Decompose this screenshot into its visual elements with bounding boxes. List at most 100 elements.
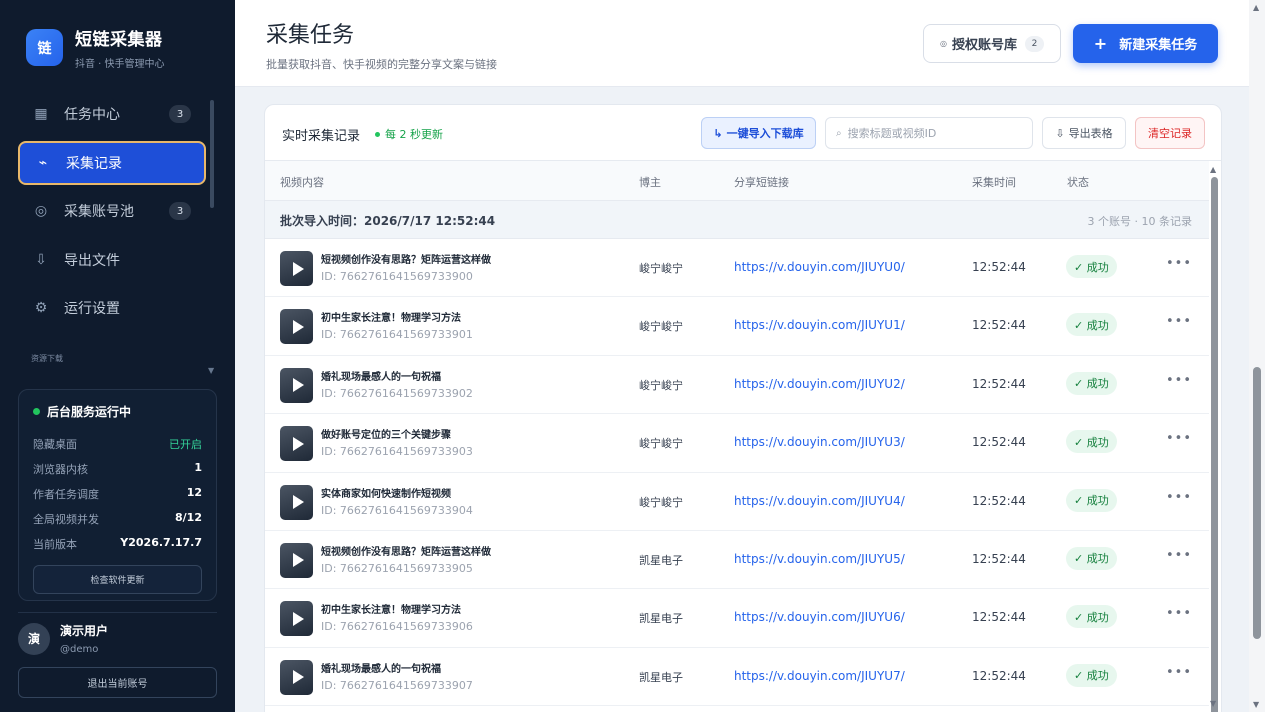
app-subtitle: 抖音 · 快手管理中心 [75,59,165,70]
video-thumbnail[interactable] [280,309,313,345]
video-id: ID: 7662761641569733903 [321,445,473,459]
scroll-down-icon[interactable]: ▼ [1253,700,1259,709]
share-link[interactable]: https://v.douyin.com/JIUYU7/ [734,669,905,683]
video-id: ID: 7662761641569733901 [321,328,473,342]
sidebar-item-2[interactable]: ◎ 采集账号池 3 [18,189,206,233]
page-scrollbar[interactable]: ▲ ▼ [1249,0,1265,712]
play-icon [292,495,304,510]
play-icon [292,436,304,451]
live-indicator: 每 2 秒更新 [375,126,443,142]
column-header-video[interactable]: 视频内容 [280,174,324,190]
more-icon[interactable]: ••• [1166,431,1192,446]
share-link[interactable]: https://v.douyin.com/JIUYU3/ [734,435,905,449]
chevron-down-icon[interactable]: ▼ [208,366,214,375]
clear-records-button[interactable]: 清空记录 [1135,117,1205,149]
share-link[interactable]: https://v.douyin.com/JIUYU6/ [734,610,905,624]
live-label: 每 2 秒更新 [385,128,443,141]
video-id: ID: 7662761641569733906 [321,620,473,634]
collect-time: 12:52:44 [972,435,1026,450]
search-input[interactable]: ⌕ 搜索标题或视频ID [825,117,1033,149]
video-title: 婚礼现场最感人的一句祝福 [321,663,441,675]
target-icon: ◎ [940,39,947,48]
more-icon[interactable]: ••• [1166,373,1192,388]
export-table-button[interactable]: ⇩ 导出表格 [1042,117,1126,149]
scroll-up-icon[interactable]: ▲ [1253,3,1259,12]
author: 峻宁峻宁 [639,437,683,451]
collect-time: 12:52:44 [972,318,1026,333]
export-label: 导出表格 [1068,127,1113,140]
records-title: 实时采集记录 [282,129,361,144]
import-to-library-button[interactable]: ↳ 一键导入下载库 [701,117,816,149]
video-thumbnail[interactable] [280,367,313,403]
authorized-accounts-button[interactable]: ◎ 授权账号库 2 [923,24,1061,63]
sidebar-item-1[interactable]: ⌁ 采集记录 [18,140,206,185]
status-badge: ✓ 成功 [1066,371,1117,395]
video-thumbnail[interactable] [280,484,313,520]
table-scrollbar[interactable]: ▲ ▼ [1208,163,1220,712]
divider [18,612,217,613]
auth-count-badge: 2 [1025,35,1044,52]
video-thumbnail[interactable] [280,659,313,695]
count-badge: 3 [169,202,191,220]
share-link[interactable]: https://v.douyin.com/JIUYU4/ [734,494,905,508]
share-link[interactable]: https://v.douyin.com/JIUYU2/ [734,377,905,391]
search-placeholder: 搜索标题或视频ID [847,127,937,140]
status-badge: ✓ 成功 [1066,605,1117,629]
play-icon [292,670,304,685]
column-header-link[interactable]: 分享短链接 [734,174,789,190]
section-title: 资源下载 [31,354,63,363]
sidebar-item-0[interactable]: ▦ 任务中心 3 [18,92,206,136]
sidebar-item-label: 采集账号池 [64,204,134,220]
video-thumbnail[interactable] [280,601,313,637]
status-value: 12 [186,486,202,499]
video-id: ID: 7662761641569733907 [321,678,473,692]
table-row[interactable]: 婚礼现场最感人的一句祝福 ID: 7662761641569733907 凯星电子 h… [265,648,1209,707]
video-thumbnail[interactable] [280,251,313,286]
page-title: 采集任务 [266,23,355,48]
video-thumbnail[interactable] [280,426,313,462]
table-row[interactable]: 初中生家长注意！物理学习方法 ID: 7662761641569733906 凯星电… [265,589,1209,648]
video-thumbnail[interactable] [280,542,313,578]
sidebar-item-4[interactable]: ⚙ 运行设置 [18,286,206,330]
scroll-up-icon[interactable]: ▲ [1210,165,1216,174]
author: 峻宁峻宁 [639,262,683,275]
more-icon[interactable]: ••• [1166,314,1192,329]
sidebar-item-3[interactable]: ⇩ 导出文件 [18,238,206,282]
status-row: 浏览器内核 1 [33,461,202,477]
share-link[interactable]: https://v.douyin.com/JIUYU1/ [734,318,905,332]
logout-button[interactable]: 退出当前账号 [18,667,217,698]
records-toolbar: 实时采集记录 每 2 秒更新 ↳ 一键导入下载库 ⌕ 搜索标题或视频ID ⇩ 导… [265,105,1221,161]
column-header-time[interactable]: 采集时间 [972,174,1016,190]
table-row[interactable]: 短视频创作没有思路？矩阵运营这样做 ID: 7662761641569733900… [265,239,1209,298]
status-row: 全局视频并发 8/12 [33,511,202,527]
column-header-status[interactable]: 状态 [1067,174,1089,190]
new-task-button[interactable]: + 新建采集任务 [1073,24,1218,63]
scroll-down-icon[interactable]: ▼ [1210,699,1216,708]
table-row[interactable]: 婚礼现场最感人的一句祝福 ID: 7662761641569733902 峻宁峻宁 h… [265,356,1209,415]
video-title: 初中生家长注意！物理学习方法 [321,313,461,325]
author: 凯星电子 [639,670,683,684]
activity-icon: ⌁ [38,154,48,171]
more-icon[interactable]: ••• [1166,606,1192,621]
status-badge: ✓ 成功 [1066,255,1117,278]
table-row[interactable]: 初中生家长注意！物理学习方法 ID: 7662761641569733901 峻宁峻… [265,297,1209,356]
page-scroll-thumb[interactable] [1253,367,1261,639]
check-update-button[interactable]: 检查软件更新 [33,565,202,594]
table-row[interactable]: 短视频创作没有思路？矩阵运营这样做 ID: 7662761641569733905… [265,531,1209,590]
share-link[interactable]: https://v.douyin.com/JIUYU5/ [734,552,905,566]
table-row[interactable]: 实体商家如何快速制作短视频 ID: 7662761641569733904 峻宁峻宁… [265,473,1209,531]
column-header-author[interactable]: 博主 [639,174,661,190]
more-icon[interactable]: ••• [1166,548,1192,563]
import-icon: ↳ [713,126,723,140]
table-row[interactable]: 做好账号定位的三个关键步骤 ID: 7662761641569733903 峻宁峻宁… [265,414,1209,473]
more-icon[interactable]: ••• [1166,256,1192,271]
plus-icon: + [1093,34,1108,53]
sidebar-nav: ▦ 任务中心 3 ⌁ 采集记录 ◎ 采集账号池 3 ⇩ 导出文件 ⚙ 运行设置 [18,92,206,335]
collect-time: 12:52:44 [972,668,1026,683]
sidebar-scrollbar[interactable] [210,100,214,208]
more-icon[interactable]: ••• [1166,490,1192,505]
share-link[interactable]: https://v.douyin.com/JIUYU0/ [734,260,905,274]
table-scroll-thumb[interactable] [1211,177,1218,712]
more-icon[interactable]: ••• [1166,665,1192,680]
status-value: 8/12 [175,511,202,524]
